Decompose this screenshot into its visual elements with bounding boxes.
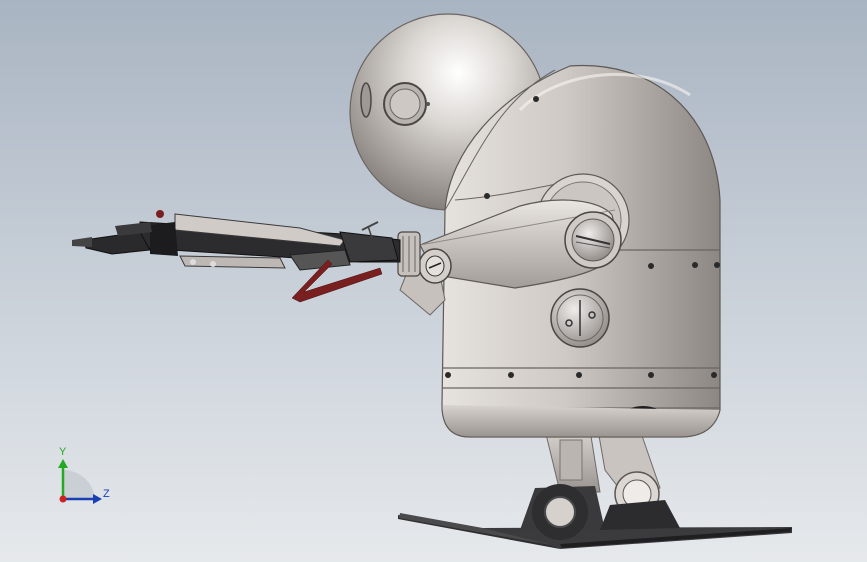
cad-graphics-viewport[interactable]: Y Z xyxy=(0,0,867,562)
y-axis-arrowhead xyxy=(58,459,68,468)
coordinate-triad: Y Z xyxy=(58,446,110,504)
triad-plane xyxy=(63,469,95,499)
z-axis-arrowhead xyxy=(93,494,102,504)
y-axis-label: Y xyxy=(59,446,67,458)
z-axis-label: Z xyxy=(103,488,110,500)
x-axis-origin-dot xyxy=(59,495,67,503)
